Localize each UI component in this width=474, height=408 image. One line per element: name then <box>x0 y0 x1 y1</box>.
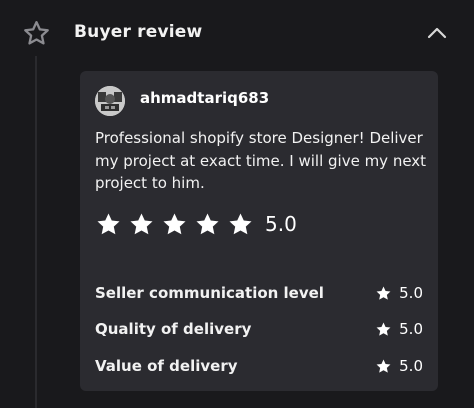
reviewer-username[interactable]: ahmadtariq683 <box>140 89 269 107</box>
metric-label: Quality of delivery <box>95 320 252 338</box>
star-icon <box>376 286 391 300</box>
star-outline-icon <box>24 20 49 45</box>
metric-value: 5.0 <box>399 320 423 338</box>
star-icon <box>130 212 153 234</box>
star-icon <box>163 212 186 234</box>
star-icon <box>376 359 391 373</box>
metric-rating: 5.0 <box>375 357 423 375</box>
metric-seller-communication: Seller communication level 5.0 <box>95 282 423 304</box>
star-icon <box>97 212 120 234</box>
rating-stars <box>95 211 260 238</box>
metric-quality-of-delivery: Quality of delivery 5.0 <box>95 318 423 340</box>
metric-rating: 5.0 <box>375 284 423 302</box>
star-icon <box>376 322 391 336</box>
metric-label: Seller communication level <box>95 284 324 302</box>
chevron-up-icon[interactable] <box>426 25 448 41</box>
review-card: ahmadtariq683 Professional shopify store… <box>80 71 438 391</box>
metric-label: Value of delivery <box>95 357 238 375</box>
avatar[interactable] <box>95 86 125 116</box>
metric-value: 5.0 <box>399 357 423 375</box>
metric-value: 5.0 <box>399 284 423 302</box>
section-title: Buyer review <box>74 22 203 42</box>
star-icon <box>196 212 219 234</box>
star-icon <box>229 212 252 234</box>
timeline-rail <box>35 56 37 408</box>
overall-rating: 5.0 <box>95 209 297 239</box>
buyer-review-panel: Buyer review ahmadtariq683 Professional … <box>0 0 474 408</box>
metric-rating: 5.0 <box>375 320 423 338</box>
metric-value-of-delivery: Value of delivery 5.0 <box>95 355 423 377</box>
review-text: Professional shopify store Designer! Del… <box>95 129 427 192</box>
avatar-image <box>95 86 125 116</box>
overall-rating-value: 5.0 <box>265 212 297 236</box>
